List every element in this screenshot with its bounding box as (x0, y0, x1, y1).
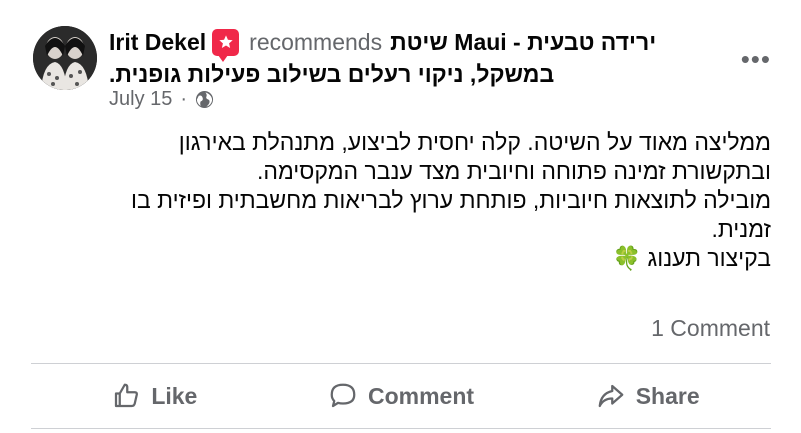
clover-emoji: 🍀 (612, 245, 642, 271)
action-bar: Like Comment Share (31, 364, 771, 428)
post-meta: July 15 · (109, 88, 214, 111)
like-button[interactable]: Like (31, 364, 278, 428)
share-label: Share (635, 382, 700, 409)
divider (31, 428, 771, 429)
post-header: Irit Dekel recommends ירידה טבעית - Maui… (109, 26, 709, 90)
globe-icon (195, 90, 214, 109)
avatar[interactable] (33, 26, 97, 90)
post-card: Irit Dekel recommends ירידה טבעית - Maui… (0, 0, 801, 433)
post-body-line: ממליצה מאוד על השיטה. קלה יחסית לביצוע, … (178, 129, 771, 155)
post-body-line-last: בקיצור תענוג 🍀 (34, 244, 771, 273)
comment-icon (330, 383, 356, 408)
post-body-line: ובתקשורת זמינה פתוחה וחיובית מצד ענבר המ… (257, 158, 771, 184)
post-body: ממליצה מאוד על השיטה. קלה יחסית לביצוע, … (34, 128, 771, 273)
post-body-text: בקיצור תענוג (647, 245, 772, 271)
comments-count[interactable]: 1 Comment (651, 315, 770, 342)
recommend-icon (212, 28, 240, 62)
thumbs-up-icon (115, 383, 139, 408)
meta-separator: · (180, 88, 188, 110)
post-date[interactable]: July 15 (109, 88, 172, 111)
recommends-label: recommends (249, 28, 383, 55)
like-label: Like (151, 382, 198, 409)
author-name[interactable]: Irit Dekel (109, 29, 206, 56)
share-button[interactable]: Share (524, 364, 771, 428)
page-name-continued[interactable]: במשקל, ניקוי רעלים בשילוב פעילות גופנית. (109, 58, 584, 90)
page-name[interactable]: ירידה טבעית - Maui שיטת (390, 29, 656, 56)
avatar-photo (33, 26, 97, 90)
star-icon (218, 35, 233, 48)
comment-button[interactable]: Comment (278, 364, 525, 428)
comment-label: Comment (367, 382, 475, 409)
share-icon (598, 384, 624, 408)
post-body-line: זמנית. (711, 216, 771, 242)
header-line: Irit Dekel recommends ירידה טבעית - Maui… (109, 26, 709, 62)
post-body-line: מובילה לתוצאות חיוביות, פותחת ערוץ לבריא… (131, 187, 771, 213)
more-options-icon[interactable]: ••• (741, 46, 771, 72)
